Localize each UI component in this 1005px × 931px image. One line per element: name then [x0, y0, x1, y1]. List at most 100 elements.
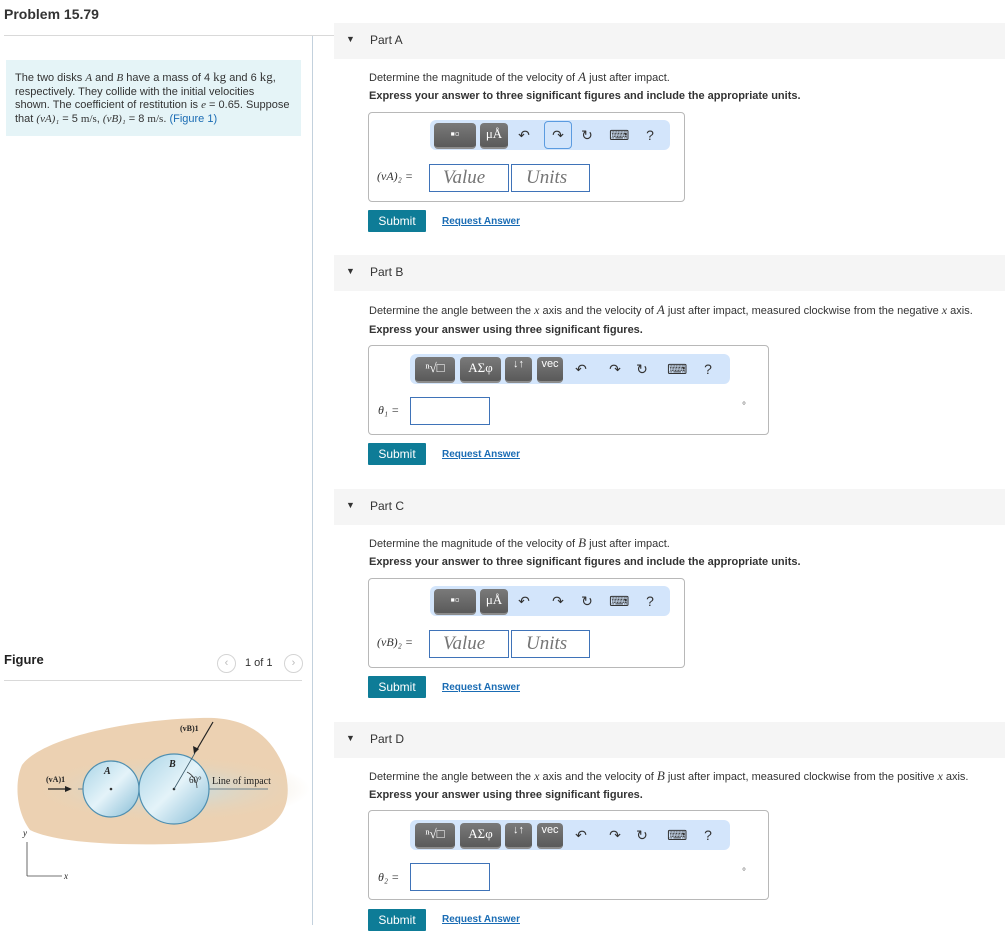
templates-icon: ▪▫	[450, 126, 460, 141]
figure-link[interactable]: (Figure 1)	[169, 113, 217, 125]
vec-icon: vec	[541, 824, 559, 836]
part-a-request-answer-link[interactable]: Request Answer	[442, 216, 520, 227]
statement-text: = 8	[125, 112, 148, 125]
keyboard-icon[interactable]: ⌨	[609, 125, 629, 145]
part-c-instruction: Express your answer to three significant…	[369, 556, 801, 568]
part-d-answer-box: ⁿ√□ ΑΣφ ↓↑ vec ↶ ↷ ↻ ⌨ ? θ₂ = °	[368, 810, 769, 900]
root-icon: ⁿ√□	[425, 360, 445, 375]
help-icon[interactable]: ?	[640, 125, 660, 145]
part-a-units-input[interactable]	[511, 164, 590, 192]
help-icon[interactable]: ?	[640, 591, 660, 611]
help-icon[interactable]: ?	[698, 359, 718, 379]
unit-ms: m/s	[147, 112, 164, 125]
units-icon: μÅ	[485, 126, 503, 141]
label-vb1: (vB)1	[180, 724, 199, 733]
statement-text: and	[92, 72, 117, 84]
label-axis-y: y	[22, 828, 27, 838]
arrows-icon: ↓↑	[513, 358, 524, 370]
greek-button[interactable]: ΑΣφ	[460, 823, 501, 849]
help-icon[interactable]: ?	[698, 825, 718, 845]
part-d-request-answer-link[interactable]: Request Answer	[442, 914, 520, 925]
vec-button[interactable]: vec	[537, 357, 563, 383]
reset-icon[interactable]: ↻	[577, 591, 597, 611]
undo-icon[interactable]: ↶	[571, 825, 591, 845]
units-button[interactable]: μÅ	[480, 589, 508, 615]
part-c-value-input[interactable]	[429, 630, 509, 658]
statement-text: have a mass of 4	[123, 72, 214, 84]
part-c-units-input[interactable]	[511, 630, 590, 658]
part-a-answer-label: (vA)₂ =	[377, 169, 413, 183]
keyboard-icon[interactable]: ⌨	[667, 359, 687, 379]
prompt-var: A	[656, 302, 665, 317]
part-b-header[interactable]: ▼ Part B	[334, 255, 1005, 291]
degree-unit: °	[742, 401, 746, 412]
greek-button[interactable]: ΑΣφ	[460, 357, 501, 383]
prompt-text: Determine the magnitude of the velocity …	[369, 72, 579, 84]
vec-icon: vec	[541, 358, 559, 370]
arrows-button[interactable]: ↓↑	[505, 823, 532, 849]
part-c-request-answer-link[interactable]: Request Answer	[442, 682, 520, 693]
part-d-submit-button[interactable]: Submit	[368, 909, 426, 931]
prompt-text: axis and the velocity of	[539, 771, 657, 783]
part-a-value-input[interactable]	[429, 164, 509, 192]
part-c-header[interactable]: ▼ Part C	[334, 489, 1005, 525]
greek-icon: ΑΣφ	[468, 360, 493, 375]
redo-icon[interactable]: ↷	[605, 359, 625, 379]
disk-a-center	[109, 787, 113, 791]
undo-icon[interactable]: ↶	[514, 125, 534, 145]
label-line-of-impact: Line of impact	[212, 776, 271, 787]
part-b-submit-button[interactable]: Submit	[368, 443, 426, 465]
problem-statement: The two disks A and B have a mass of 4 k…	[6, 60, 301, 136]
keyboard-icon[interactable]: ⌨	[667, 825, 687, 845]
var-vb1: (vB)₁	[102, 112, 126, 125]
var-va1: (vA)₁	[36, 112, 60, 125]
greek-icon: ΑΣφ	[468, 826, 493, 841]
arrows-button[interactable]: ↓↑	[505, 357, 532, 383]
part-d-angle-input[interactable]	[410, 863, 490, 891]
undo-icon[interactable]: ↶	[514, 591, 534, 611]
label-disk-a: A	[103, 766, 111, 777]
figure-next-button[interactable]: ›	[284, 654, 303, 673]
reset-icon[interactable]: ↻	[577, 125, 597, 145]
prompt-text: just after impact.	[586, 538, 670, 550]
caret-down-icon: ▼	[346, 266, 355, 276]
label-axis-x: x	[63, 871, 68, 881]
part-b-answer-box: ⁿ√□ ΑΣφ ↓↑ vec ↶ ↷ ↻ ⌨ ? θ₁ = °	[368, 345, 769, 435]
part-c-submit-button[interactable]: Submit	[368, 676, 426, 698]
redo-icon[interactable]: ↷	[548, 591, 568, 611]
figure-counter: 1 of 1	[245, 657, 273, 669]
prompt-var: A	[578, 69, 587, 84]
prompt-text: Determine the angle between the	[369, 771, 535, 783]
templates-button[interactable]: ⁿ√□	[415, 823, 455, 849]
templates-button[interactable]: ▪▫	[434, 123, 476, 149]
figure-header: Figure ‹ 1 of 1 ›	[4, 652, 303, 680]
redo-icon[interactable]: ↷	[605, 825, 625, 845]
templates-icon: ▪▫	[450, 592, 460, 607]
part-a-submit-button[interactable]: Submit	[368, 210, 426, 232]
part-d-title: Part D	[370, 732, 405, 746]
label-angle: 60°	[189, 775, 202, 785]
units-icon: μÅ	[485, 592, 503, 607]
part-a-header[interactable]: ▼ Part A	[334, 23, 1005, 59]
templates-button[interactable]: ⁿ√□	[415, 357, 455, 383]
units-button[interactable]: μÅ	[480, 123, 508, 149]
figure-title: Figure	[4, 652, 44, 667]
caret-down-icon: ▼	[346, 34, 355, 44]
redo-icon[interactable]: ↷	[544, 121, 572, 149]
part-b-instruction: Express your answer using three signific…	[369, 324, 643, 336]
part-d-header[interactable]: ▼ Part D	[334, 722, 1005, 758]
figure-prev-button[interactable]: ‹	[217, 654, 236, 673]
part-c-answer-box: ▪▫ μÅ ↶ ↷ ↻ ⌨ ? (vB)₂ =	[368, 578, 685, 668]
part-d-answer-label: θ₂ =	[378, 870, 400, 884]
part-b-prompt: Determine the angle between the x axis a…	[369, 302, 973, 318]
part-d-prompt: Determine the angle between the x axis a…	[369, 768, 968, 784]
part-b-angle-input[interactable]	[410, 397, 490, 425]
reset-icon[interactable]: ↻	[632, 359, 652, 379]
part-b-request-answer-link[interactable]: Request Answer	[442, 449, 520, 460]
undo-icon[interactable]: ↶	[571, 359, 591, 379]
unit-kg: kg	[259, 69, 273, 84]
keyboard-icon[interactable]: ⌨	[609, 591, 629, 611]
templates-button[interactable]: ▪▫	[434, 589, 476, 615]
vec-button[interactable]: vec	[537, 823, 563, 849]
reset-icon[interactable]: ↻	[632, 825, 652, 845]
